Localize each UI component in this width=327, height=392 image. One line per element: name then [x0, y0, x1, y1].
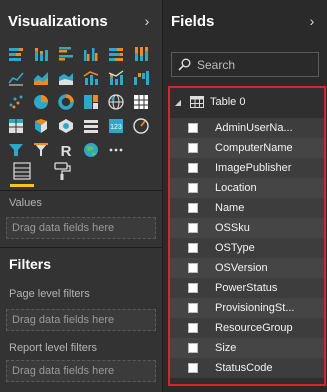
page-filters-drop-zone[interactable]: Drag data fields here — [6, 309, 156, 331]
stacked-bar-icon[interactable] — [6, 44, 26, 64]
matrix-icon[interactable] — [31, 116, 51, 136]
field-checkbox[interactable] — [188, 343, 198, 353]
report-filters-label: Report level filters — [9, 342, 98, 354]
divider — [0, 247, 162, 248]
active-tab-indicator — [10, 184, 34, 187]
fields-pane: Fields › Search ◢ Table 0 AdminUserNa...… — [163, 0, 327, 392]
filters-title: Filters — [9, 256, 52, 272]
visual-gallery: 123 R — [6, 44, 151, 160]
collapse-chevron-icon[interactable]: › — [140, 13, 154, 29]
field-row[interactable]: OSSku — [170, 218, 324, 238]
field-row[interactable]: ImagePublisher — [170, 158, 324, 178]
field-row[interactable]: StatusCode — [170, 358, 324, 378]
field-checkbox[interactable] — [188, 323, 198, 333]
field-checkbox[interactable] — [188, 143, 198, 153]
svg-text:123: 123 — [110, 124, 122, 131]
field-checkbox[interactable] — [188, 363, 198, 373]
area-chart-icon[interactable] — [31, 68, 51, 88]
gauge-icon[interactable] — [131, 116, 151, 136]
field-name: ProvisioningSt... — [215, 302, 295, 314]
treemap-icon[interactable] — [81, 92, 101, 112]
field-row[interactable]: ProvisioningSt... — [170, 298, 324, 318]
field-checkbox[interactable] — [188, 263, 198, 273]
field-name: ComputerName — [215, 142, 293, 154]
visualizations-title: Visualizations — [8, 12, 108, 30]
map-icon[interactable] — [106, 92, 126, 112]
table-icon[interactable] — [6, 116, 26, 136]
page-filters-label: Page level filters — [9, 288, 90, 300]
field-name: OSType — [215, 242, 255, 254]
field-checkbox[interactable] — [188, 303, 198, 313]
field-row[interactable]: OSVersion — [170, 258, 324, 278]
field-checkbox[interactable] — [188, 123, 198, 133]
100-stacked-bar-icon[interactable] — [106, 44, 126, 64]
visual-tabs — [0, 154, 162, 188]
field-name: ImagePublisher — [215, 162, 292, 174]
line-column-icon[interactable] — [81, 68, 101, 88]
clustered-bar-icon[interactable] — [56, 44, 76, 64]
values-label: Values — [9, 197, 42, 209]
visualizations-pane: Visualizations › 123 R Values Drag data f… — [0, 0, 163, 392]
field-name: OSVersion — [215, 262, 268, 274]
pie-icon[interactable] — [31, 92, 51, 112]
field-name: Name — [215, 202, 245, 214]
table-field-list: ◢ Table 0 AdminUserNa... ComputerName Imag… — [168, 86, 326, 386]
fields-tab-icon[interactable] — [5, 154, 39, 188]
field-list: AdminUserNa... ComputerName ImagePublisher… — [170, 118, 324, 378]
field-row[interactable]: AdminUserNa... — [170, 118, 324, 138]
clustered-column-icon[interactable] — [81, 44, 101, 64]
field-checkbox[interactable] — [188, 243, 198, 253]
visualizations-header: Visualizations › — [0, 0, 162, 42]
values-drop-zone[interactable]: Drag data fields here — [6, 217, 156, 239]
field-name: AdminUserNa... — [215, 122, 293, 134]
field-row[interactable]: Size — [170, 338, 324, 358]
field-name: PowerStatus — [215, 282, 278, 294]
table-name: Table 0 — [210, 96, 246, 108]
line-stacked-column-icon[interactable] — [106, 68, 126, 88]
100-stacked-column-icon[interactable] — [131, 44, 151, 64]
divider — [0, 190, 162, 191]
fields-search-input[interactable]: Search — [171, 52, 319, 77]
line-chart-icon[interactable] — [6, 68, 26, 88]
stacked-area-icon[interactable] — [56, 68, 76, 88]
field-checkbox[interactable] — [188, 163, 198, 173]
field-name: Location — [215, 182, 257, 194]
kpi-icon[interactable]: 123 — [106, 116, 126, 136]
field-row[interactable]: ComputerName — [170, 138, 324, 158]
search-icon — [178, 58, 191, 71]
field-row[interactable]: OSType — [170, 238, 324, 258]
collapse-chevron-icon[interactable]: › — [305, 13, 319, 29]
table-grid-icon — [190, 96, 204, 108]
format-paint-roller-icon[interactable] — [45, 154, 79, 188]
report-filters-drop-zone[interactable]: Drag data fields here — [6, 360, 156, 382]
field-row[interactable]: Location — [170, 178, 324, 198]
field-checkbox[interactable] — [188, 223, 198, 233]
donut-icon[interactable] — [56, 92, 76, 112]
search-placeholder: Search — [197, 57, 236, 72]
fields-title: Fields — [171, 12, 215, 30]
field-checkbox[interactable] — [188, 203, 198, 213]
scatter-icon[interactable] — [6, 92, 26, 112]
filled-map-icon[interactable] — [131, 92, 151, 112]
field-name: StatusCode — [215, 362, 273, 374]
field-row[interactable]: Name — [170, 198, 324, 218]
field-name: ResourceGroup — [215, 322, 293, 334]
stacked-column-icon[interactable] — [31, 44, 51, 64]
field-checkbox[interactable] — [188, 183, 198, 193]
fields-header: Fields › — [163, 0, 327, 42]
field-row[interactable]: ResourceGroup — [170, 318, 324, 338]
waterfall-icon[interactable] — [131, 68, 151, 88]
field-name: OSSku — [215, 222, 250, 234]
card-icon[interactable] — [56, 116, 76, 136]
multirow-card-icon[interactable] — [81, 116, 101, 136]
field-row[interactable]: PowerStatus — [170, 278, 324, 298]
table-header[interactable]: ◢ Table 0 — [170, 94, 245, 110]
field-checkbox[interactable] — [188, 283, 198, 293]
field-name: Size — [215, 342, 237, 354]
collapse-triangle-icon[interactable]: ◢ — [172, 98, 184, 107]
